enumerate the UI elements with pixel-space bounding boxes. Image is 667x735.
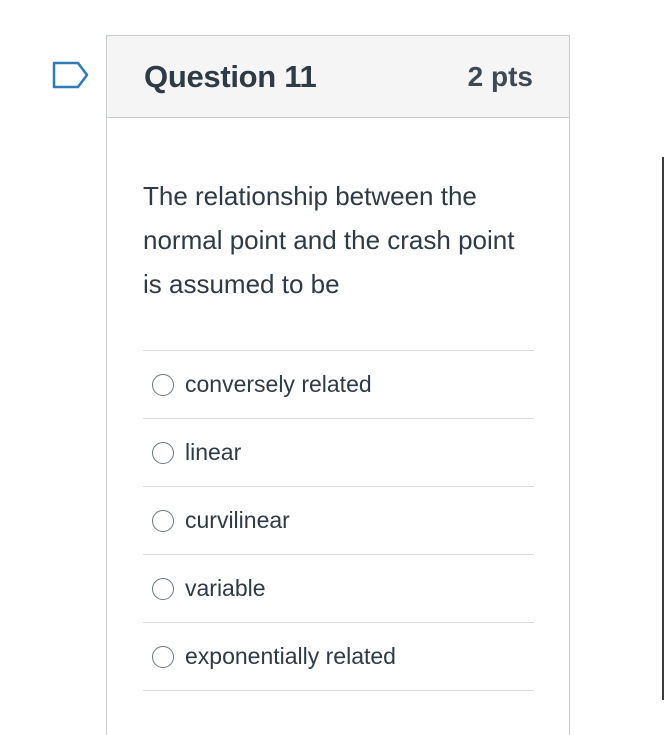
question-title: Question 11 [144,58,317,94]
question-points: 2 pts [467,60,533,92]
radio-button[interactable] [152,645,174,668]
answer-option[interactable]: curvilinear [143,487,534,555]
radio-button[interactable] [152,577,174,600]
answer-option[interactable]: conversely related [143,351,534,419]
answer-list: conversely related linear curvilinear va… [143,350,534,691]
question-header: Question 11 2 pts [107,36,569,118]
answer-option[interactable]: variable [143,555,534,623]
answer-label[interactable]: exponentially related [185,643,396,670]
flag-question-icon[interactable] [52,61,90,89]
answer-label[interactable]: conversely related [185,371,372,398]
radio-button[interactable] [152,441,174,464]
answer-label[interactable]: curvilinear [185,507,290,534]
question-card: Question 11 2 pts The relationship betwe… [106,35,570,735]
answer-option[interactable]: exponentially related [143,623,534,691]
radio-button[interactable] [152,509,174,532]
question-text: The relationship between the normal poin… [143,181,515,299]
scrollbar-edge [662,157,664,700]
answer-option[interactable]: linear [143,419,534,487]
radio-button[interactable] [152,373,174,396]
answer-label[interactable]: variable [185,575,266,602]
answer-label[interactable]: linear [185,439,241,466]
question-body: The relationship between the normal poin… [107,118,569,691]
